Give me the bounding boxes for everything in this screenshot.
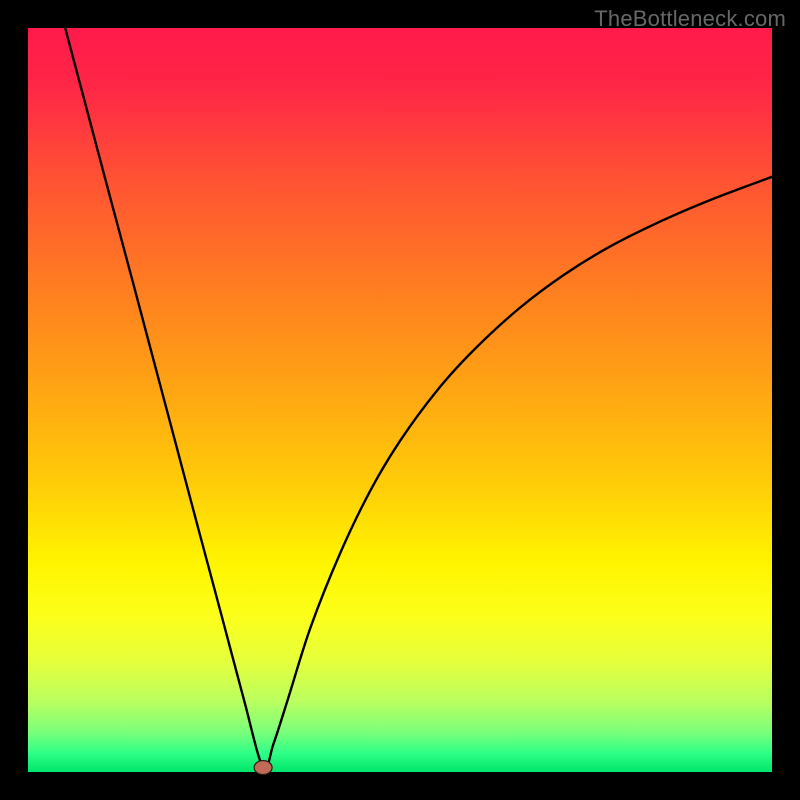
plot-background	[28, 28, 772, 772]
watermark-label: TheBottleneck.com	[594, 6, 786, 32]
optimum-marker	[254, 761, 272, 775]
chart-svg	[0, 0, 800, 800]
chart-container: TheBottleneck.com	[0, 0, 800, 800]
